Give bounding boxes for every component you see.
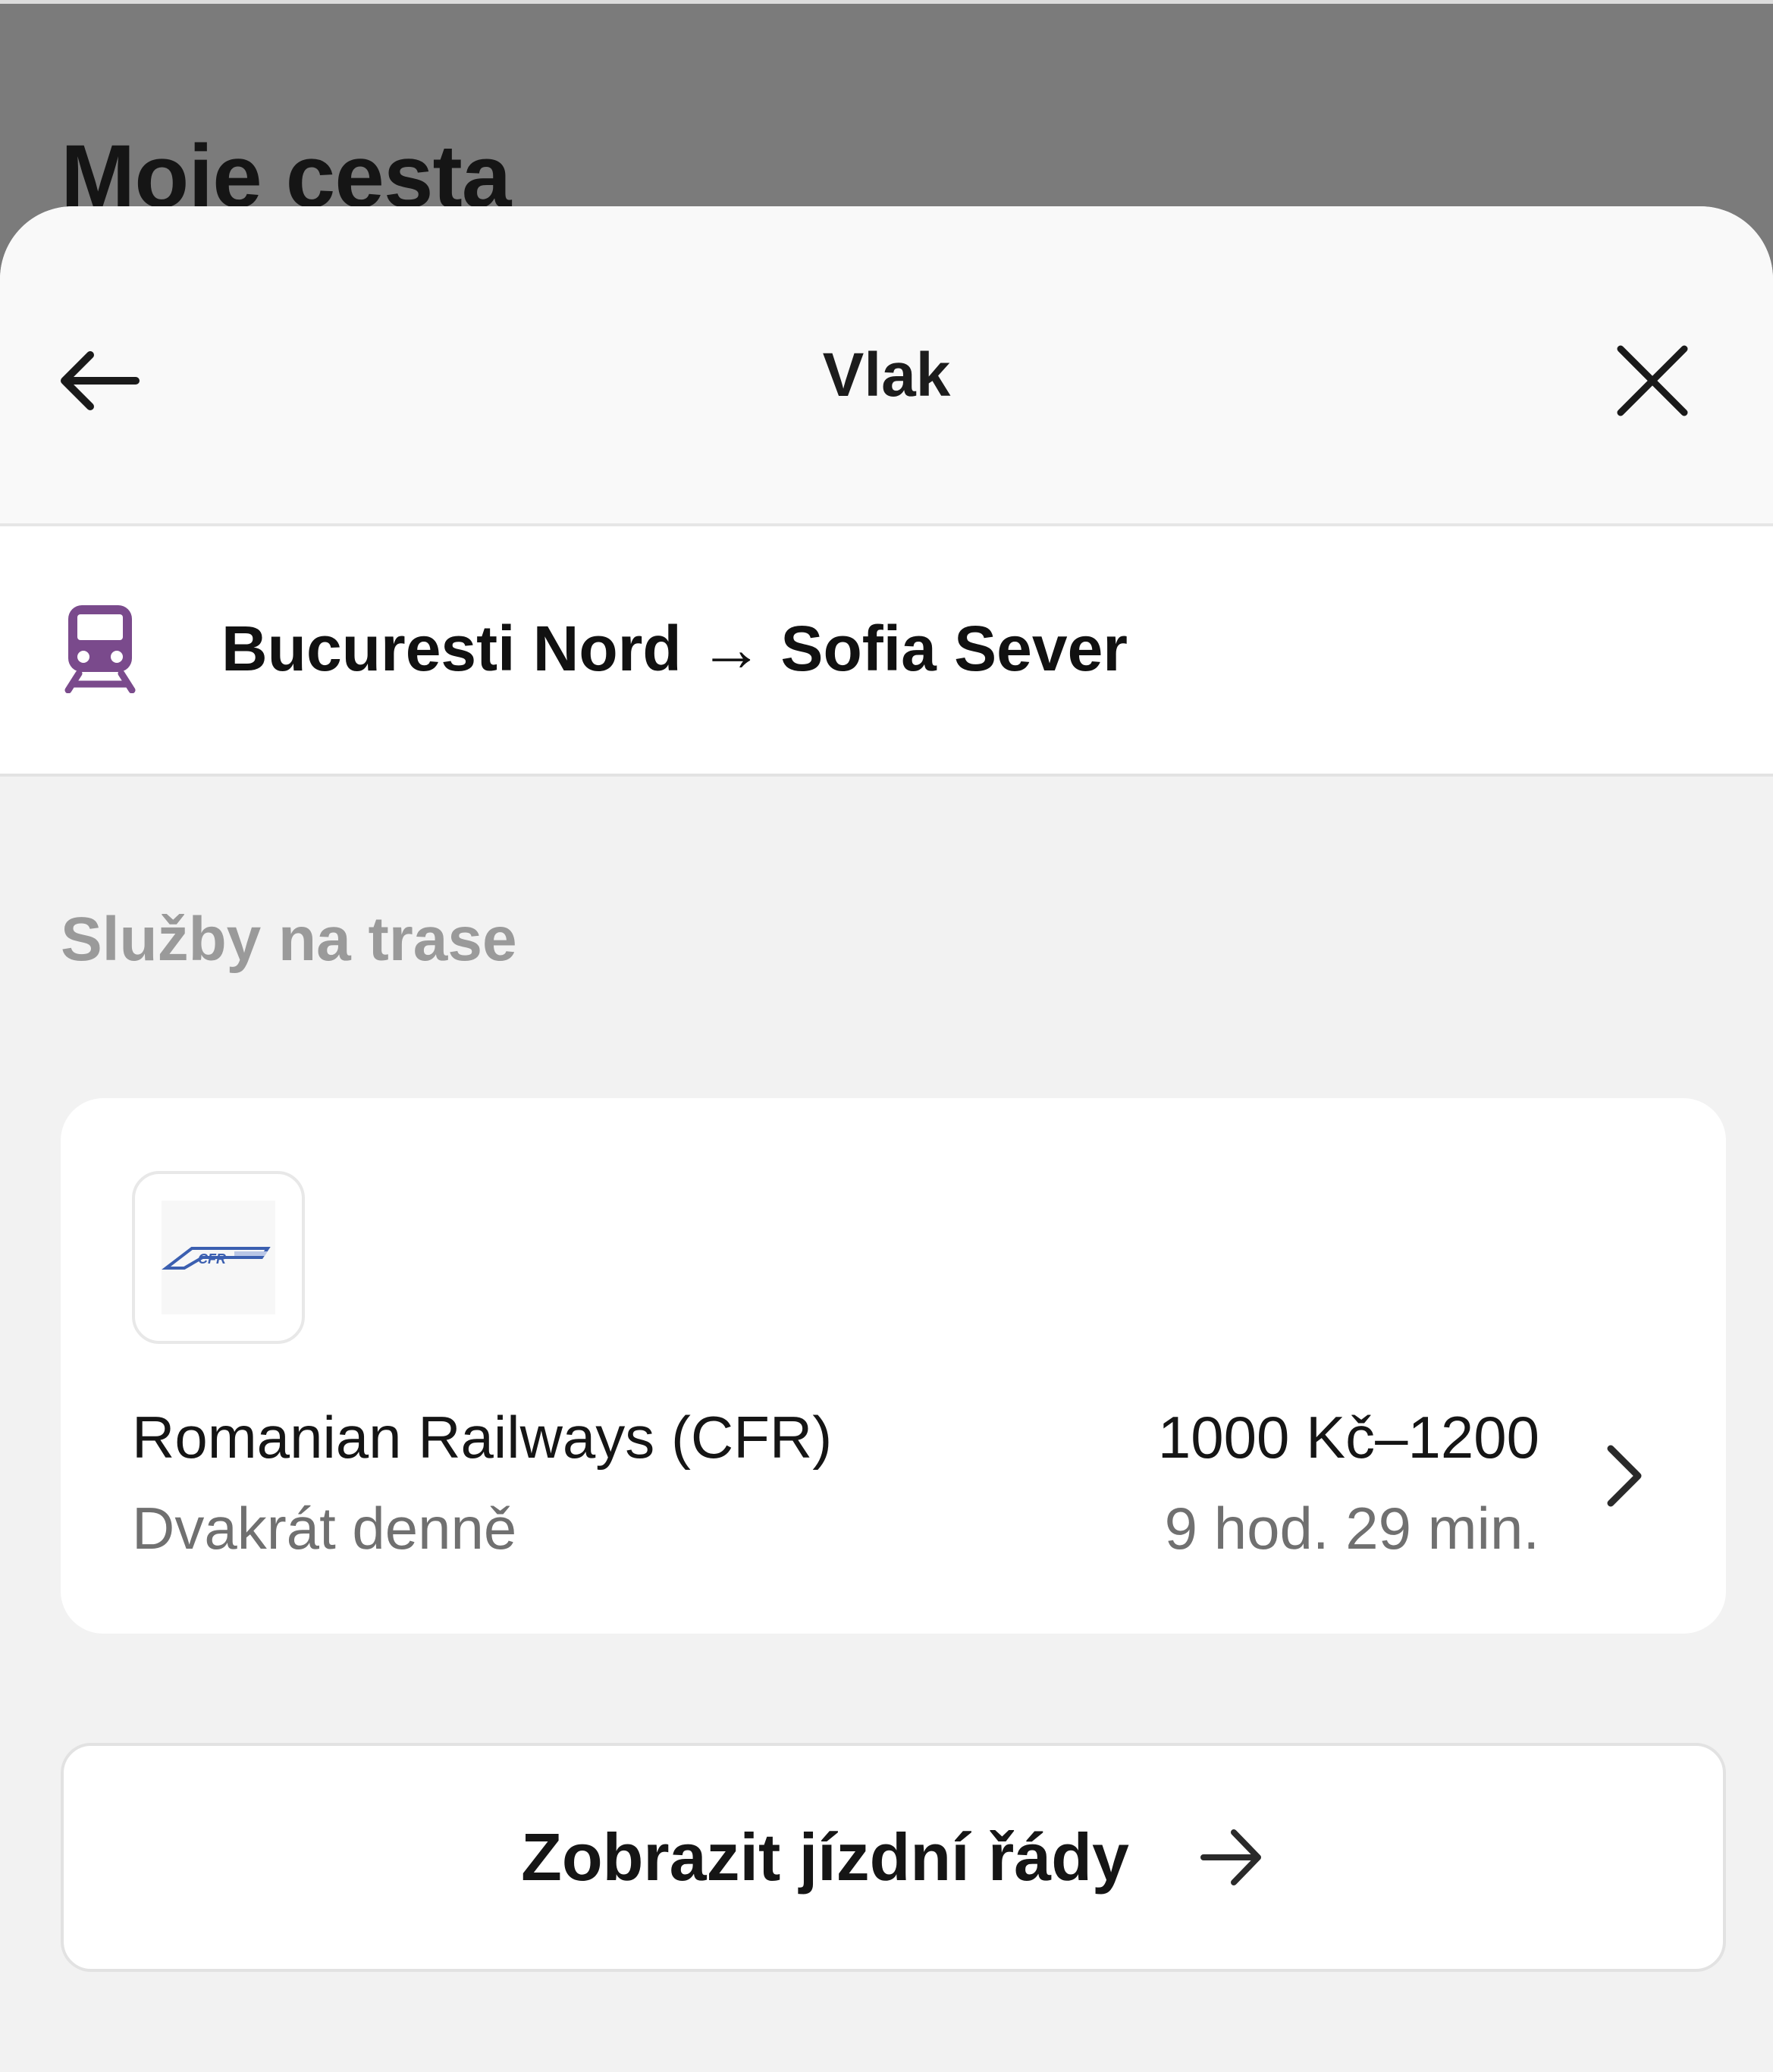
close-icon (1617, 345, 1688, 416)
service-card[interactable]: CFR Romanian Railways (CFR) Dvakrát denn… (61, 1098, 1726, 1634)
show-timetables-button[interactable]: Zobrazit jízdní řády (61, 1743, 1726, 1972)
show-timetables-label: Zobrazit jízdní řády (521, 1819, 1129, 1895)
sheet-header: Vlak (0, 206, 1773, 526)
service-price: 1000 Kč–1200 (1157, 1404, 1539, 1471)
svg-text:CFR: CFR (198, 1251, 226, 1267)
route-row: Bucuresti Nord → Sofia Sever (0, 526, 1773, 777)
train-icon (64, 605, 136, 693)
operator-name: Romanian Railways (CFR) (132, 1404, 833, 1471)
cfr-logo-icon: CFR (162, 1247, 271, 1270)
bottom-sheet: Vlak Bucuresti Nord → Sofia Sever Služby… (0, 206, 1773, 2072)
sheet-title: Vlak (822, 341, 951, 410)
operator-logo: CFR (132, 1171, 305, 1344)
service-duration: 9 hod. 29 min. (1164, 1495, 1539, 1562)
service-frequency: Dvakrát denně (132, 1495, 517, 1562)
chevron-right-icon (1607, 1445, 1642, 1507)
route-label: Bucuresti Nord → Sofia Sever (221, 613, 1128, 684)
section-title: Služby na trase (61, 905, 517, 974)
close-button[interactable] (1596, 324, 1709, 438)
arrow-right-icon (1200, 1829, 1261, 1885)
